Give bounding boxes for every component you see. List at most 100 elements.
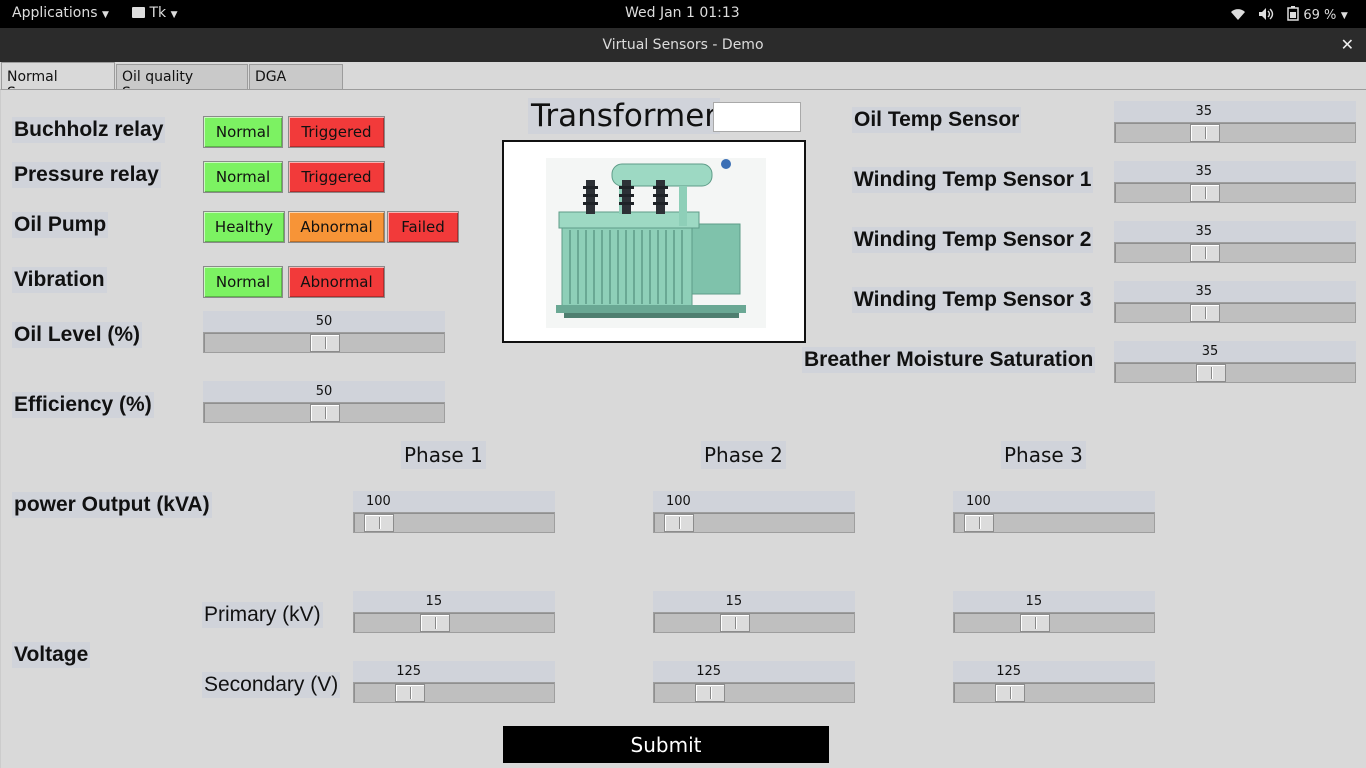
breather-moisture-slider[interactable]: 35 [1114, 341, 1356, 384]
app-menu[interactable]: Tk ▼ [132, 5, 178, 21]
power-output-label: power Output (kVA) [12, 492, 212, 518]
oil-pump-failed-button[interactable]: Failed [387, 211, 459, 243]
secondary-phase-1-slider[interactable]: 125 [353, 661, 555, 704]
winding-temp-2-value: 35 [1195, 224, 1213, 239]
slider-thumb[interactable] [1019, 614, 1050, 632]
winding-temp-1-value: 35 [1195, 164, 1213, 179]
power-output-phase-3-slider[interactable]: 100 [953, 491, 1155, 534]
slider-thumb[interactable] [1189, 304, 1220, 322]
winding-temp-sensor-3-label: Winding Temp Sensor 3 [852, 287, 1094, 313]
slider-trough[interactable] [1114, 122, 1356, 143]
oil-level-slider[interactable]: 50 [203, 311, 445, 354]
slider-trough[interactable] [1114, 182, 1356, 203]
slider-thumb[interactable] [1189, 244, 1220, 262]
power-output-phase-2-slider[interactable]: 100 [653, 491, 855, 534]
applications-label: Applications [12, 5, 98, 21]
oil-temp-sensor-label: Oil Temp Sensor [852, 107, 1022, 133]
vibration-normal-button[interactable]: Normal [203, 266, 283, 298]
slider-trough[interactable] [353, 612, 555, 633]
primary-phase-3-slider[interactable]: 15 [953, 591, 1155, 634]
buchholz-normal-button[interactable]: Normal [203, 116, 283, 148]
battery-icon [1287, 6, 1299, 21]
submit-button[interactable]: Submit [503, 726, 829, 763]
breather-moisture-value: 35 [1201, 344, 1219, 359]
pressure-normal-button[interactable]: Normal [203, 161, 283, 193]
window-titlebar[interactable]: Virtual Sensors - Demo ✕ [0, 28, 1366, 62]
primary-phase-2-slider[interactable]: 15 [653, 591, 855, 634]
slider-thumb[interactable] [364, 514, 395, 532]
oil-temp-slider[interactable]: 35 [1114, 101, 1356, 144]
wifi-icon [1231, 9, 1245, 20]
phase-1-header: Phase 1 [401, 441, 486, 469]
tab-oil-quality-sensors[interactable]: Oil quality Sensors [116, 64, 248, 101]
secondary-phase-1-value: 125 [396, 664, 422, 679]
slider-thumb[interactable] [1196, 364, 1227, 382]
power-output-phase-1-value: 100 [365, 494, 391, 509]
applications-menu[interactable]: Applications ▼ [12, 5, 109, 21]
primary-phase-1-slider[interactable]: 15 [353, 591, 555, 634]
winding-temp-2-slider[interactable]: 35 [1114, 221, 1356, 264]
slider-trough[interactable] [653, 682, 855, 703]
oil-pump-label: Oil Pump [12, 212, 109, 238]
slider-thumb[interactable] [1189, 184, 1220, 202]
slider-trough[interactable] [203, 332, 445, 353]
winding-temp-1-slider[interactable]: 35 [1114, 161, 1356, 204]
power-output-phase-1-slider[interactable]: 100 [353, 491, 555, 534]
secondary-phase-3-value: 125 [996, 664, 1022, 679]
slider-trough[interactable] [653, 612, 855, 633]
window-title: Virtual Sensors - Demo [602, 37, 764, 53]
primary-phase-1-value: 15 [425, 594, 443, 609]
vibration-label: Vibration [12, 267, 107, 293]
slider-trough[interactable] [1114, 362, 1356, 383]
slider-trough[interactable] [353, 682, 555, 703]
vibration-abnormal-button[interactable]: Abnormal [288, 266, 385, 298]
secondary-phase-2-slider[interactable]: 125 [653, 661, 855, 704]
slider-thumb[interactable] [964, 514, 995, 532]
transformer-title: Transformer [528, 98, 721, 134]
system-top-bar: Applications ▼ Tk ▼ Wed Jan 1 01:13 69 %… [0, 0, 1366, 28]
slider-thumb[interactable] [310, 334, 340, 352]
primary-phase-3-value: 15 [1025, 594, 1043, 609]
slider-trough[interactable] [953, 612, 1155, 633]
primary-kv-label: Primary (kV) [202, 602, 323, 628]
transformer-illustration [546, 158, 766, 328]
slider-thumb[interactable] [1189, 124, 1220, 142]
slider-thumb[interactable] [719, 614, 750, 632]
slider-trough[interactable] [953, 512, 1155, 533]
clock[interactable]: Wed Jan 1 01:13 [625, 5, 740, 21]
winding-temp-3-slider[interactable]: 35 [1114, 281, 1356, 324]
close-button[interactable]: ✕ [1341, 35, 1354, 54]
tab-normal-sensors[interactable]: Normal Sensors [1, 62, 115, 101]
slider-thumb[interactable] [419, 614, 450, 632]
slider-trough[interactable] [353, 512, 555, 533]
slider-thumb[interactable] [664, 514, 695, 532]
slider-thumb[interactable] [394, 684, 425, 702]
oil-pump-healthy-button[interactable]: Healthy [203, 211, 285, 243]
slider-trough[interactable] [1114, 302, 1356, 323]
slider-trough[interactable] [1114, 242, 1356, 263]
slider-trough[interactable] [953, 682, 1155, 703]
slider-thumb[interactable] [694, 684, 725, 702]
system-status-menu[interactable]: 69 % ▼ [1230, 6, 1348, 25]
phase-3-header: Phase 3 [1001, 441, 1086, 469]
winding-temp-sensor-1-label: Winding Temp Sensor 1 [852, 167, 1094, 193]
power-output-phase-3-value: 100 [965, 494, 991, 509]
battery-percent: 69 % [1303, 8, 1337, 23]
pressure-triggered-button[interactable]: Triggered [288, 161, 385, 193]
notebook-tabs: Normal Sensors Oil quality Sensors DGA s… [0, 62, 1366, 101]
buchholz-triggered-button[interactable]: Triggered [288, 116, 385, 148]
buchholz-relay-label: Buchholz relay [12, 117, 166, 143]
slider-thumb[interactable] [994, 684, 1025, 702]
primary-phase-2-value: 15 [725, 594, 743, 609]
efficiency-slider[interactable]: 50 [203, 381, 445, 424]
transformer-entry[interactable] [713, 102, 801, 132]
slider-thumb[interactable] [310, 404, 340, 422]
slider-trough[interactable] [203, 402, 445, 423]
oil-pump-abnormal-button[interactable]: Abnormal [288, 211, 385, 243]
voltage-label: Voltage [12, 642, 91, 668]
winding-temp-sensor-2-label: Winding Temp Sensor 2 [852, 227, 1094, 253]
secondary-phase-3-slider[interactable]: 125 [953, 661, 1155, 704]
tab-dga-sensors[interactable]: DGA sensors [249, 64, 343, 101]
slider-trough[interactable] [653, 512, 855, 533]
phase-2-header: Phase 2 [701, 441, 786, 469]
